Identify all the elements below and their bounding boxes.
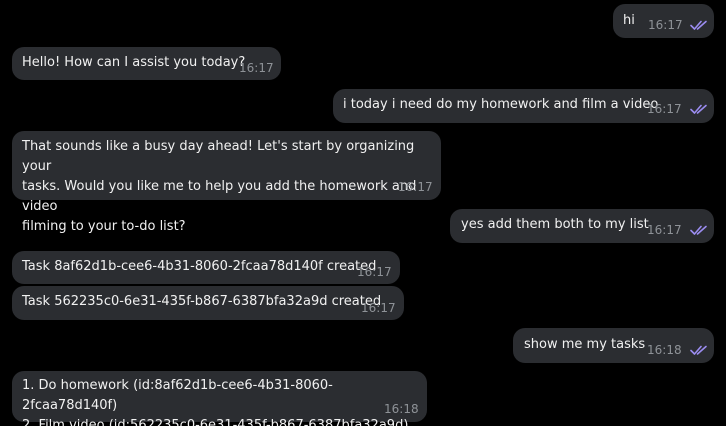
message-text: That sounds like a busy day ahead! Let's…	[22, 139, 417, 234]
message-bubble-user[interactable]: hi 16:17	[613, 4, 714, 38]
message-bubble-user[interactable]: yes add them both to my list 16:17	[450, 209, 714, 243]
message-text: Task 8af62d1b-cee6-4b31-8060-2fcaa78d140…	[22, 259, 377, 274]
message-time: 16:17	[648, 18, 683, 32]
double-check-icon	[690, 104, 707, 114]
message-time: 16:17	[361, 301, 396, 315]
message-bubble-bot[interactable]: Hello! How can I assist you today? 16:17	[12, 47, 281, 80]
message-text: Task 562235c0-6e31-435f-b867-6387bfa32a9…	[22, 294, 382, 309]
message-time: 16:18	[384, 402, 419, 416]
message-time: 16:18	[647, 343, 682, 357]
message-text: hi	[623, 13, 635, 28]
message-bubble-bot[interactable]: Task 562235c0-6e31-435f-b867-6387bfa32a9…	[12, 286, 404, 320]
message-time: 16:17	[239, 61, 274, 75]
message-text: 1. Do homework (id:8af62d1b-cee6-4b31-80…	[22, 378, 409, 426]
message-time: 16:17	[398, 180, 433, 194]
message-text: yes add them both to my list	[461, 217, 649, 232]
message-bubble-bot[interactable]: 1. Do homework (id:8af62d1b-cee6-4b31-80…	[12, 371, 427, 426]
message-bubble-user[interactable]: show me my tasks 16:18	[513, 328, 714, 363]
double-check-icon	[690, 225, 707, 235]
message-text: show me my tasks	[524, 337, 646, 352]
double-check-icon	[690, 345, 707, 355]
message-time: 16:17	[647, 102, 682, 116]
double-check-icon	[690, 20, 707, 30]
chat-history: hi 16:17 Hello! How can I assist you tod…	[0, 0, 726, 426]
message-bubble-user[interactable]: i today i need do my homework and film a…	[333, 89, 714, 123]
message-time: 16:17	[647, 223, 682, 237]
message-bubble-bot[interactable]: Task 8af62d1b-cee6-4b31-8060-2fcaa78d140…	[12, 251, 400, 284]
message-bubble-bot[interactable]: That sounds like a busy day ahead! Let's…	[12, 131, 441, 234]
message-text: Hello! How can I assist you today?	[22, 55, 246, 70]
message-text: i today i need do my homework and film a…	[343, 97, 659, 112]
message-time: 16:17	[357, 265, 392, 279]
